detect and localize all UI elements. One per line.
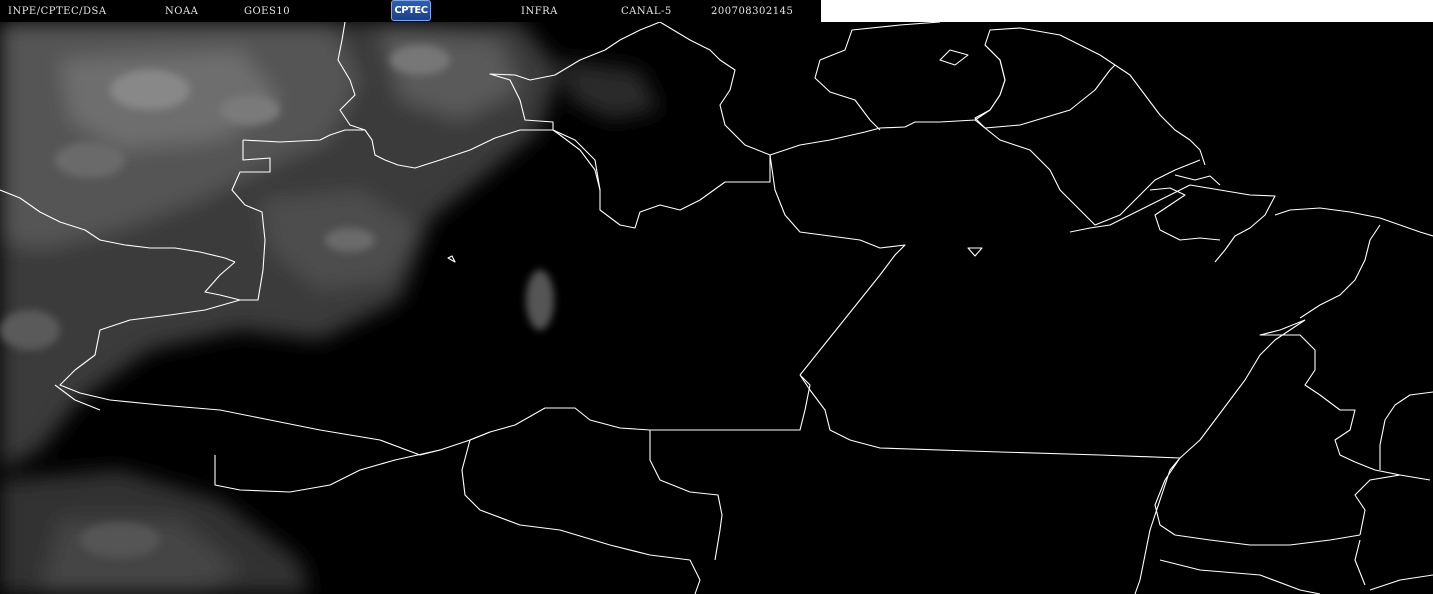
satellite-image <box>0 22 1433 594</box>
timestamp-label: 200708302145 <box>711 6 794 17</box>
image-header: INPE/CPTEC/DSA NOAA GOES10 CPTEC INFRA C… <box>0 0 821 22</box>
logo-text: CPTEC <box>394 5 428 16</box>
satellite-label: GOES10 <box>244 6 291 17</box>
agency-label: NOAA <box>165 6 199 17</box>
channel-label: CANAL-5 <box>621 6 672 17</box>
cptec-logo-icon: CPTEC <box>391 0 431 21</box>
institution-label: INPE/CPTEC/DSA <box>8 6 107 17</box>
product-label: INFRA <box>521 6 558 17</box>
satellite-map-svg <box>0 22 1433 594</box>
header-blank-area <box>821 0 1433 22</box>
